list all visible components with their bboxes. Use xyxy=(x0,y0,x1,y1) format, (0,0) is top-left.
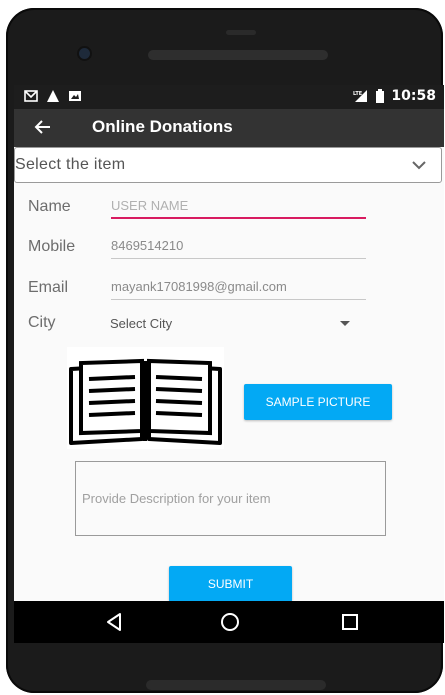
email-input[interactable]: mayank17081998@gmail.com xyxy=(111,276,366,300)
item-select-dropdown[interactable]: Select the item xyxy=(14,147,442,183)
status-bar: LTE 10:58 xyxy=(14,85,444,109)
description-placeholder: Provide Description for your item xyxy=(82,491,271,506)
description-input[interactable]: Provide Description for your item xyxy=(75,461,386,536)
name-input[interactable]: USER NAME xyxy=(111,195,366,219)
item-select-label: Select the item xyxy=(15,156,126,173)
bottom-speaker-grill xyxy=(146,680,326,690)
earpiece-grill xyxy=(148,50,328,60)
battery-icon xyxy=(376,89,385,103)
mobile-input[interactable]: 8469514210 xyxy=(111,235,366,259)
open-book-icon xyxy=(69,358,222,445)
navigation-bar xyxy=(14,601,444,643)
item-picture xyxy=(67,347,224,449)
gmail-icon xyxy=(24,90,38,102)
dropdown-arrow-icon[interactable] xyxy=(340,321,350,326)
mobile-label: Mobile xyxy=(28,238,76,255)
front-camera xyxy=(79,48,90,59)
app-bar: Online Donations xyxy=(14,109,444,147)
email-label: Email xyxy=(28,279,69,296)
city-select[interactable]: Select City xyxy=(110,316,172,331)
home-circle-icon[interactable] xyxy=(218,610,242,634)
city-label: City xyxy=(28,314,56,331)
svg-text:LTE: LTE xyxy=(353,91,363,97)
warning-icon xyxy=(47,90,59,102)
speaker-slot xyxy=(226,30,256,35)
recents-square-icon[interactable] xyxy=(338,610,362,634)
status-time: 10:58 xyxy=(391,88,436,104)
name-label: Name xyxy=(28,198,71,215)
arrow-back-icon[interactable] xyxy=(32,116,54,138)
back-triangle-icon[interactable] xyxy=(103,610,127,634)
phone-screen: LTE 10:58 Online Donations Select the it… xyxy=(14,85,444,643)
sample-picture-button[interactable]: SAMPLE PICTURE xyxy=(244,384,392,420)
submit-button[interactable]: SUBMIT xyxy=(169,566,292,602)
chevron-down-icon xyxy=(412,161,426,170)
page-title: Online Donations xyxy=(92,117,233,136)
image-icon xyxy=(69,91,81,101)
lte-signal-icon: LTE xyxy=(353,90,368,102)
